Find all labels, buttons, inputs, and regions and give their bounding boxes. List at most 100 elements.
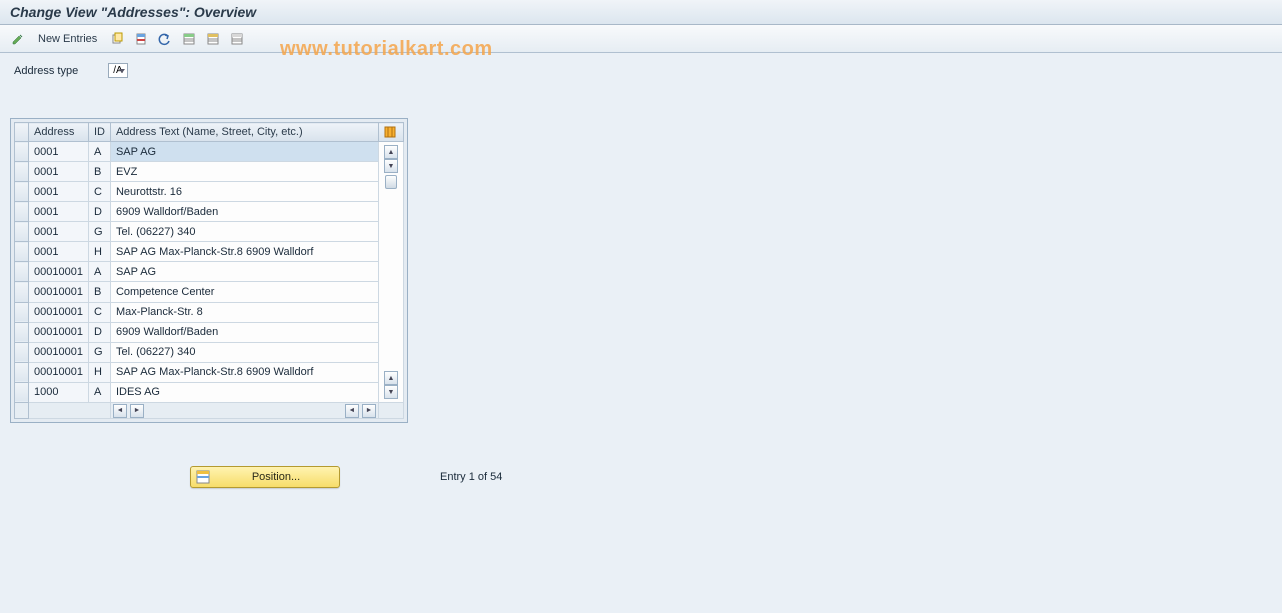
table-row[interactable]: 00010001D6909 Walldorf/Baden [15,322,404,342]
cell-address-text[interactable]: SAP AG Max-Planck-Str.8 6909 Walldorf [110,242,378,262]
table-row[interactable]: 0001BEVZ [15,162,404,182]
cell-address-text[interactable]: Tel. (06227) 340 [110,222,378,242]
undo-icon[interactable] [155,29,175,49]
cell-id[interactable]: A [88,382,110,402]
cell-address[interactable]: 00010001 [29,302,89,322]
table-row[interactable]: 00010001CMax-Planck-Str. 8 [15,302,404,322]
cell-id[interactable]: H [88,242,110,262]
address-type-label: Address type [14,65,78,77]
table-row[interactable]: 00010001ASAP AG [15,262,404,282]
row-selector[interactable] [15,242,29,262]
cell-address-text[interactable]: 6909 Walldorf/Baden [110,202,378,222]
cell-id[interactable]: D [88,202,110,222]
row-selector[interactable] [15,322,29,342]
cell-address-text[interactable]: SAP AG [110,262,378,282]
col-id-header[interactable]: ID [88,123,110,142]
cell-address-text[interactable]: Neurottstr. 16 [110,182,378,202]
content-area: Address type /A Address ID Address Text … [0,53,1282,613]
cell-address[interactable]: 0001 [29,182,89,202]
scroll-down-icon[interactable]: ▼ [384,385,398,399]
table-row[interactable]: 00010001GTel. (06227) 340 [15,342,404,362]
cell-id[interactable]: H [88,362,110,382]
cell-address-text[interactable]: SAP AG Max-Planck-Str.8 6909 Walldorf [110,362,378,382]
footer-row: Position... Entry 1 of 54 [10,466,1272,488]
new-entries-button[interactable]: New Entries [32,31,103,47]
hscroll-left-icon[interactable]: ◄ [113,404,127,418]
scroll-up-step-icon[interactable]: ▲ [384,371,398,385]
select-all-header[interactable] [15,123,29,142]
cell-id[interactable]: A [88,262,110,282]
scroll-up-icon[interactable]: ▲ [384,145,398,159]
cell-id[interactable]: B [88,282,110,302]
cell-address-text[interactable]: Competence Center [110,282,378,302]
address-type-field[interactable]: /A [108,63,127,78]
cell-address-text[interactable]: EVZ [110,162,378,182]
cell-id[interactable]: C [88,302,110,322]
col-address-header[interactable]: Address [29,123,89,142]
horizontal-scrollbar[interactable]: ◄ ► ◄ ► [15,403,404,419]
scroll-thumb[interactable] [385,175,397,189]
table-row[interactable]: 1000AIDES AG [15,382,404,402]
hscroll-right-step-icon[interactable]: ► [130,404,144,418]
hscroll-left-step-icon[interactable]: ◄ [345,404,359,418]
table-row[interactable]: 00010001BCompetence Center [15,282,404,302]
filter-row: Address type /A [10,63,1272,78]
cell-id[interactable]: A [88,142,110,162]
hscroll-right-icon[interactable]: ► [362,404,376,418]
cell-address[interactable]: 0001 [29,222,89,242]
vertical-scrollbar[interactable]: ▲▼▲▼ [378,142,403,403]
cell-address[interactable]: 0001 [29,162,89,182]
toolbar: New Entries [0,25,1282,53]
row-selector[interactable] [15,302,29,322]
table-row[interactable]: 0001D6909 Walldorf/Baden [15,202,404,222]
cell-address[interactable]: 00010001 [29,262,89,282]
row-selector[interactable] [15,342,29,362]
cell-address[interactable]: 00010001 [29,282,89,302]
row-selector[interactable] [15,162,29,182]
deselect-all-icon[interactable] [227,29,247,49]
cell-address[interactable]: 00010001 [29,322,89,342]
row-selector[interactable] [15,382,29,402]
cell-address[interactable]: 00010001 [29,362,89,382]
scroll-down-step-icon[interactable]: ▼ [384,159,398,173]
table-row[interactable]: 0001CNeurottstr. 16 [15,182,404,202]
table-body: 0001ASAP AG▲▼▲▼0001BEVZ0001CNeurottstr. … [15,142,404,403]
toggle-change-icon[interactable] [8,29,28,49]
cell-address-text[interactable]: Max-Planck-Str. 8 [110,302,378,322]
table-row[interactable]: 00010001HSAP AG Max-Planck-Str.8 6909 Wa… [15,362,404,382]
cell-address-text[interactable]: SAP AG [110,142,378,162]
entry-status: Entry 1 of 54 [440,471,502,483]
table-row[interactable]: 0001HSAP AG Max-Planck-Str.8 6909 Walldo… [15,242,404,262]
table-row[interactable]: 0001ASAP AG▲▼▲▼ [15,142,404,162]
row-selector[interactable] [15,222,29,242]
row-selector[interactable] [15,182,29,202]
row-selector[interactable] [15,262,29,282]
delete-icon[interactable] [131,29,151,49]
row-selector[interactable] [15,362,29,382]
row-selector[interactable] [15,202,29,222]
row-selector[interactable] [15,282,29,302]
cell-id[interactable]: G [88,222,110,242]
address-table: Address ID Address Text (Name, Street, C… [14,122,404,419]
cell-address-text[interactable]: 6909 Walldorf/Baden [110,322,378,342]
cell-id[interactable]: B [88,162,110,182]
cell-address-text[interactable]: IDES AG [110,382,378,402]
col-text-header[interactable]: Address Text (Name, Street, City, etc.) [110,123,378,142]
cell-address[interactable]: 0001 [29,142,89,162]
cell-address[interactable]: 0001 [29,242,89,262]
row-selector[interactable] [15,142,29,162]
cell-address[interactable]: 0001 [29,202,89,222]
cell-id[interactable]: D [88,322,110,342]
copy-icon[interactable] [107,29,127,49]
table-row[interactable]: 0001GTel. (06227) 340 [15,222,404,242]
cell-address-text[interactable]: Tel. (06227) 340 [110,342,378,362]
cell-address[interactable]: 00010001 [29,342,89,362]
configure-columns-icon[interactable] [378,123,403,142]
cell-id[interactable]: C [88,182,110,202]
position-button-label: Position... [217,471,335,483]
position-button[interactable]: Position... [190,466,340,488]
cell-id[interactable]: G [88,342,110,362]
cell-address[interactable]: 1000 [29,382,89,402]
select-block-icon[interactable] [203,29,223,49]
select-all-icon[interactable] [179,29,199,49]
